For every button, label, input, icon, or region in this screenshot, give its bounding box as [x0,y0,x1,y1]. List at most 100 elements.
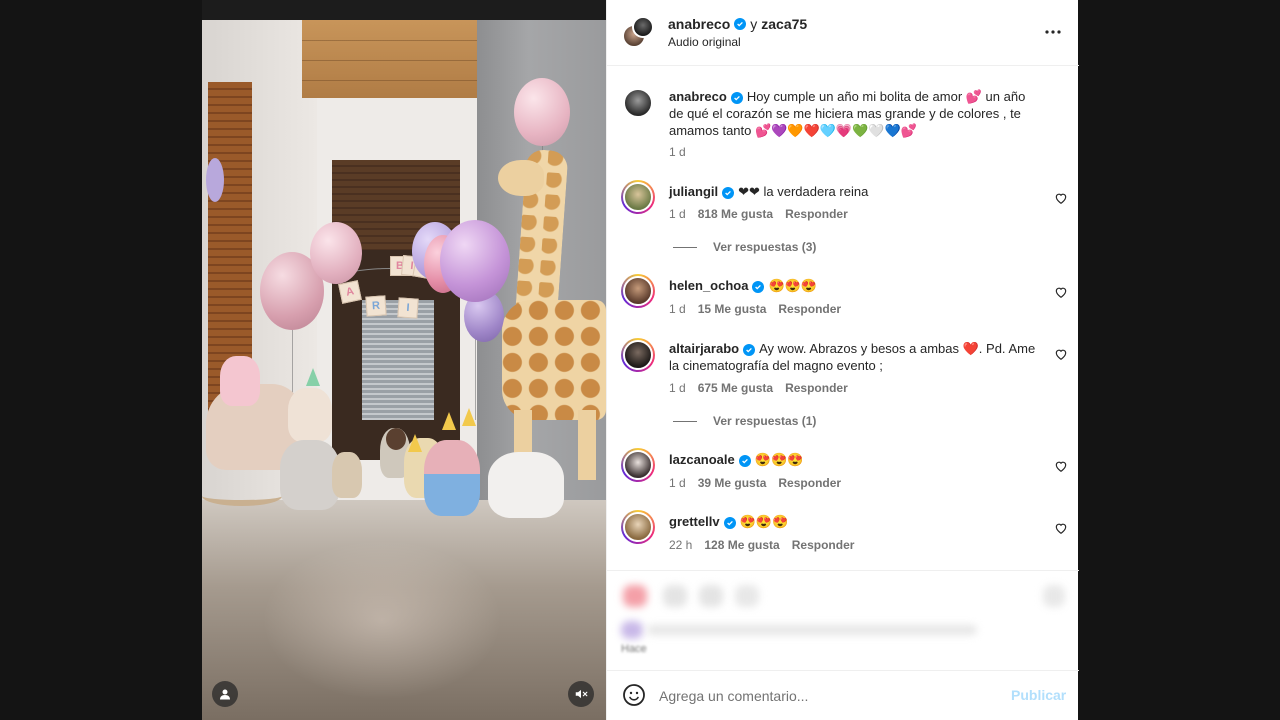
rocking-horse-head [288,388,332,442]
post-authors: anabreco y zaca75 [668,16,807,32]
tagged-users-button[interactable] [212,681,238,707]
avatar[interactable] [621,338,655,372]
comment-text: ❤❤ la verdadera reina [738,184,869,199]
speaker-muted-icon [575,689,588,699]
comment-text-block: altairjarabo Ay wow. Abrazos y besos a am… [669,340,1041,374]
comment-likes[interactable]: 128 Me gusta [704,538,779,552]
bookmark-icon[interactable] [1043,585,1065,607]
liker-avatars [621,621,643,639]
view-replies-label: Ver respuestas (3) [713,240,817,254]
scene-floor-reflection [262,540,502,700]
post-details-panel: anabreco y zaca75 Audio original anabrec… [606,0,1079,720]
comment-text: 😍😍😍 [754,452,804,467]
caption-text-block: anabreco Hoy cumple un año mi bolita de a… [669,88,1041,139]
comment-text: 😍😍😍 [739,514,789,529]
comment-time[interactable]: 1 d [669,476,686,490]
party-hat [462,408,476,426]
stuffed-toy [332,452,362,498]
comment-meta: 1 d 675 Me gusta Responder [669,381,848,395]
comment-time[interactable]: 1 d [669,381,686,395]
comment-likes[interactable]: 15 Me gusta [698,302,767,316]
caption-username[interactable]: anabreco [669,89,727,104]
caption-time[interactable]: 1 d [669,145,686,159]
heart-icon[interactable] [1054,459,1068,473]
stuffed-toy [280,440,340,510]
avatar[interactable] [621,274,655,308]
balloon [440,220,510,302]
comment-text-block: grettellv 😍😍😍 [669,513,1041,530]
giraffe-toy-leg [578,410,596,480]
scene-ceiling-line [302,60,492,61]
verified-badge-icon [723,517,736,529]
comment-time[interactable]: 22 h [669,538,692,552]
avatar[interactable] [621,86,655,120]
reply-button[interactable]: Responder [785,207,848,221]
publish-button[interactable]: Publicar [1011,687,1066,703]
coauthor-username[interactable]: zaca75 [761,16,807,32]
comment-text: 😍😍😍 [768,278,818,293]
view-replies-button[interactable]: Ver respuestas (3) [673,240,816,254]
rocking-horse-base [202,486,282,506]
comment-text-block: helen_ochoa 😍😍😍 [669,277,1041,294]
like-icon[interactable] [623,585,647,607]
share-icon[interactable] [699,585,723,607]
comment-username[interactable]: juliangil [669,184,718,199]
party-hat [306,368,320,386]
more-options-button[interactable] [1039,22,1067,42]
post-time: Hace [621,643,647,655]
comment-time[interactable]: 1 d [669,207,686,221]
comment-input[interactable] [659,685,999,707]
comment-time[interactable]: 1 d [669,302,686,316]
reply-button[interactable]: Responder [778,302,841,316]
comment-username[interactable]: helen_ochoa [669,278,748,293]
avatar[interactable] [632,16,654,38]
author-avatars[interactable] [622,16,654,48]
heart-icon[interactable] [1054,347,1068,361]
balloon [310,222,362,284]
reply-button[interactable]: Responder [792,538,855,552]
comment-username[interactable]: altairjarabo [669,341,739,356]
repost-icon[interactable] [735,585,759,607]
stuffed-toy [488,452,564,518]
backdrop-left[interactable] [0,0,202,720]
verified-badge-icon [722,187,735,199]
heart-icon[interactable] [1054,521,1068,535]
more-horizontal-icon [1045,30,1061,34]
comment-likes[interactable]: 39 Me gusta [698,476,767,490]
heart-icon[interactable] [1054,285,1068,299]
author-username[interactable]: anabreco [668,16,730,32]
smiley-icon[interactable] [622,683,646,707]
comment-likes[interactable]: 818 Me gusta [698,207,773,221]
post-video[interactable]: B I R A R I [202,0,606,720]
comment-username[interactable]: lazcanoale [669,452,735,467]
scene-ceiling-line [302,80,492,81]
heart-icon[interactable] [1054,191,1068,205]
verified-badge-icon [734,18,747,30]
scene-ceiling-line [302,40,492,41]
verified-badge-icon [752,281,765,293]
view-replies-button[interactable]: Ver respuestas (1) [673,414,816,428]
comment-username[interactable]: grettellv [669,514,720,529]
avatar[interactable] [621,180,655,214]
avatar[interactable] [621,448,655,482]
backdrop-right[interactable] [1078,0,1280,720]
balloon [514,78,570,146]
stuffed-toy [220,356,260,406]
add-comment-bar: Publicar [607,670,1079,720]
giraffe-toy-head [498,160,544,196]
user-tag-icon [220,689,230,700]
mute-button[interactable] [568,681,594,707]
comment-meta: 22 h 128 Me gusta Responder [669,538,854,552]
reply-button[interactable]: Responder [785,381,848,395]
banner-flag: R [365,295,387,317]
comment-icon[interactable] [663,585,687,607]
video-top-edge [202,0,606,20]
authors-connector: y [750,16,758,32]
comment-likes[interactable]: 675 Me gusta [698,381,773,395]
post-actions-blurred: Hace [607,570,1079,670]
audio-link[interactable]: Audio original [668,35,741,49]
reply-button[interactable]: Responder [778,476,841,490]
stuffed-toy [424,440,480,516]
verified-badge-icon [743,344,756,356]
avatar[interactable] [621,510,655,544]
